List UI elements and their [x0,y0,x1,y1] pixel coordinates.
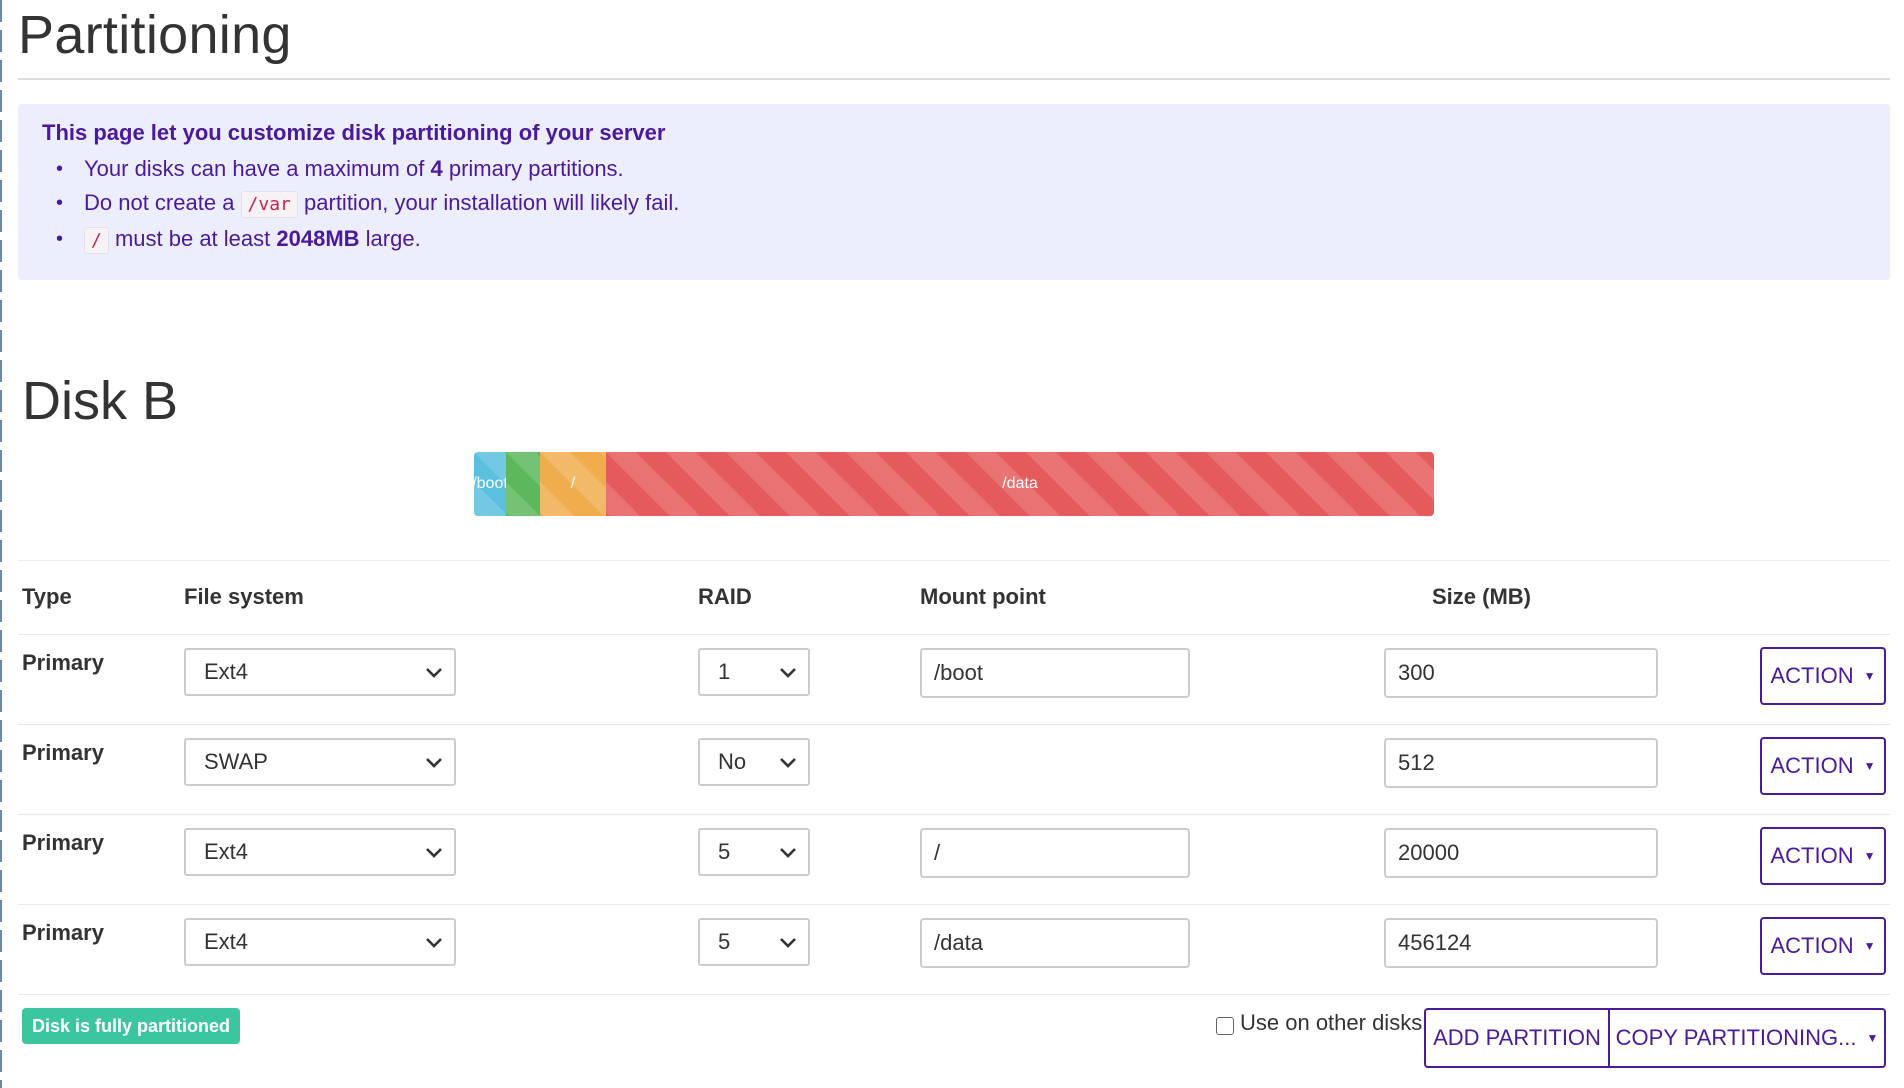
size-input[interactable]: 512 [1384,738,1658,788]
mount-point-input[interactable]: / [920,828,1190,878]
raid-select[interactable]: 5 [698,828,810,876]
chevron-down-icon [426,848,442,858]
page-title: Partitioning [18,5,292,65]
use-on-other-disks-option[interactable]: Use on other disks [1216,1010,1422,1036]
action-dropdown-button[interactable]: ACTION ▼ [1760,647,1886,705]
info-bold: 4 [430,156,443,181]
info-item-max-partitions: Your disks can have a maximum of 4 prima… [56,152,679,186]
left-border [0,0,2,1088]
action-label: ACTION [1770,663,1854,688]
filesystem-value: Ext4 [204,929,249,954]
partition-usage-bar: /boot / /data [474,452,1434,516]
use-on-other-disks-checkbox[interactable] [1216,1017,1234,1035]
header-type: Type [22,584,72,609]
filesystem-select[interactable]: Ext4 [184,918,456,966]
filesystem-value: Ext4 [204,839,249,864]
row-divider [18,724,1890,725]
mount-point-input[interactable]: /data [920,918,1190,968]
info-list: Your disks can have a maximum of 4 prima… [56,152,679,258]
caret-down-icon: ▼ [1863,759,1876,773]
caret-down-icon: ▼ [1863,939,1876,953]
filesystem-select[interactable]: Ext4 [184,828,456,876]
chevron-down-icon [780,668,796,678]
filesystem-select[interactable]: SWAP [184,738,456,786]
info-bold: 2048MB [276,226,360,251]
info-title: This page let you customize disk partiti… [42,120,666,145]
size-input[interactable]: 300 [1384,648,1658,698]
action-dropdown-button[interactable]: ACTION ▼ [1760,917,1886,975]
copy-partitioning-button[interactable]: COPY PARTITIONING... ▼ [1608,1008,1886,1068]
raid-select[interactable]: No [698,738,810,786]
caret-down-icon: ▼ [1866,1031,1879,1045]
info-item-var-warning: Do not create a /var partition, your ins… [56,186,679,222]
row-divider [18,634,1890,635]
row-type: Primary [22,740,104,765]
filesystem-value: SWAP [204,749,268,774]
table-divider [18,560,1890,561]
bar-segment-swap [506,452,540,516]
raid-value: 5 [718,839,731,864]
add-partition-label: ADD PARTITION [1433,1025,1601,1050]
chevron-down-icon [426,668,442,678]
raid-select[interactable]: 1 [698,648,810,696]
status-badge: Disk is fully partitioned [22,1008,241,1044]
row-divider [18,994,1890,995]
chevron-down-icon [426,938,442,948]
info-text: partition, your installation will likely… [297,190,680,215]
copy-partitioning-label: COPY PARTITIONING... [1615,1025,1857,1050]
action-dropdown-button[interactable]: ACTION ▼ [1760,737,1886,795]
raid-select[interactable]: 5 [698,918,810,966]
row-divider [18,904,1890,905]
size-input[interactable]: 456124 [1384,918,1658,968]
info-text: primary partitions. [442,156,624,181]
header-size: Size (MB) [1432,584,1531,609]
chevron-down-icon [780,848,796,858]
raid-value: 5 [718,929,731,954]
header-raid: RAID [698,584,752,609]
filesystem-select[interactable]: Ext4 [184,648,456,696]
row-divider [18,814,1890,815]
raid-value: No [718,749,747,774]
mount-point-input[interactable]: /boot [920,648,1190,698]
disk-title: Disk B [22,371,179,431]
info-text: large. [359,226,421,251]
page: Partitioning This page let you customize… [0,0,1904,1088]
info-alert: This page let you customize disk partiti… [18,104,1890,280]
row-type: Primary [22,830,104,855]
header-filesystem: File system [184,584,304,609]
info-text: Your disks can have a maximum of [84,156,431,181]
row-type: Primary [22,920,104,945]
caret-down-icon: ▼ [1863,849,1876,863]
row-type: Primary [22,650,104,675]
title-divider [18,78,1890,80]
header-mount-point: Mount point [920,584,1046,609]
info-text: must be at least [108,226,277,251]
action-label: ACTION [1770,753,1854,778]
use-on-other-disks-label: Use on other disks [1240,1010,1423,1035]
chevron-down-icon [780,758,796,768]
chevron-down-icon [780,938,796,948]
size-input[interactable]: 20000 [1384,828,1658,878]
bar-segment-root: / [540,452,606,516]
caret-down-icon: ▼ [1863,669,1876,683]
action-dropdown-button[interactable]: ACTION ▼ [1760,827,1886,885]
info-code: /var [240,191,298,218]
chevron-down-icon [426,758,442,768]
raid-value: 1 [718,659,731,684]
add-partition-button[interactable]: ADD PARTITION [1424,1008,1610,1068]
info-code: / [84,227,109,254]
action-label: ACTION [1770,933,1854,958]
info-item-root-size: / must be at least 2048MB large. [56,222,679,258]
action-label: ACTION [1770,843,1854,868]
filesystem-value: Ext4 [204,659,249,684]
bar-segment-data: /data [606,452,1434,516]
bar-segment-boot: /boot [474,452,506,516]
info-text: Do not create a [84,190,241,215]
